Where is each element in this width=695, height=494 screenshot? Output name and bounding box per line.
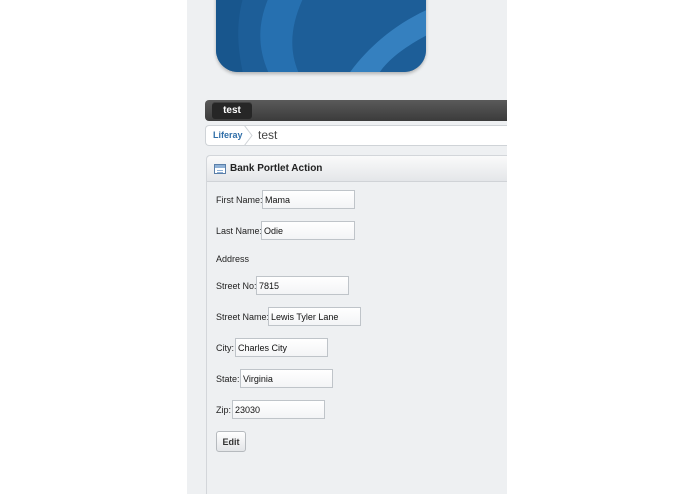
portlet-window-icon bbox=[214, 164, 226, 174]
liferay-logo bbox=[216, 0, 426, 72]
edit-button[interactable]: Edit bbox=[216, 431, 246, 452]
street-name-input[interactable] bbox=[268, 307, 361, 326]
street-no-label: Street No: bbox=[216, 281, 257, 291]
state-label: State: bbox=[216, 374, 240, 384]
portlet-title: Bank Portlet Action bbox=[230, 163, 323, 174]
nav-tab-test[interactable]: test bbox=[212, 102, 252, 119]
address-heading: Address bbox=[216, 254, 250, 264]
first-name-input[interactable] bbox=[262, 190, 355, 209]
breadcrumb-root-link[interactable]: Liferay bbox=[213, 126, 243, 145]
street-no-input[interactable] bbox=[256, 276, 349, 295]
city-input[interactable] bbox=[235, 338, 328, 357]
breadcrumb-separator-icon bbox=[243, 125, 253, 146]
state-input[interactable] bbox=[240, 369, 333, 388]
zip-label: Zip: bbox=[216, 405, 232, 415]
city-label: City: bbox=[216, 343, 234, 353]
breadcrumb-current: test bbox=[258, 128, 278, 142]
breadcrumb: Liferay test bbox=[205, 125, 507, 146]
portlet-header: Bank Portlet Action bbox=[207, 156, 507, 182]
last-name-label: Last Name: bbox=[216, 226, 263, 236]
street-name-label: Street Name: bbox=[216, 312, 270, 322]
last-name-input[interactable] bbox=[261, 221, 355, 240]
logo-graphic bbox=[216, 0, 426, 72]
zip-input[interactable] bbox=[232, 400, 325, 419]
site-navigation-bar: test bbox=[205, 100, 507, 121]
first-name-label: First Name: bbox=[216, 195, 263, 205]
